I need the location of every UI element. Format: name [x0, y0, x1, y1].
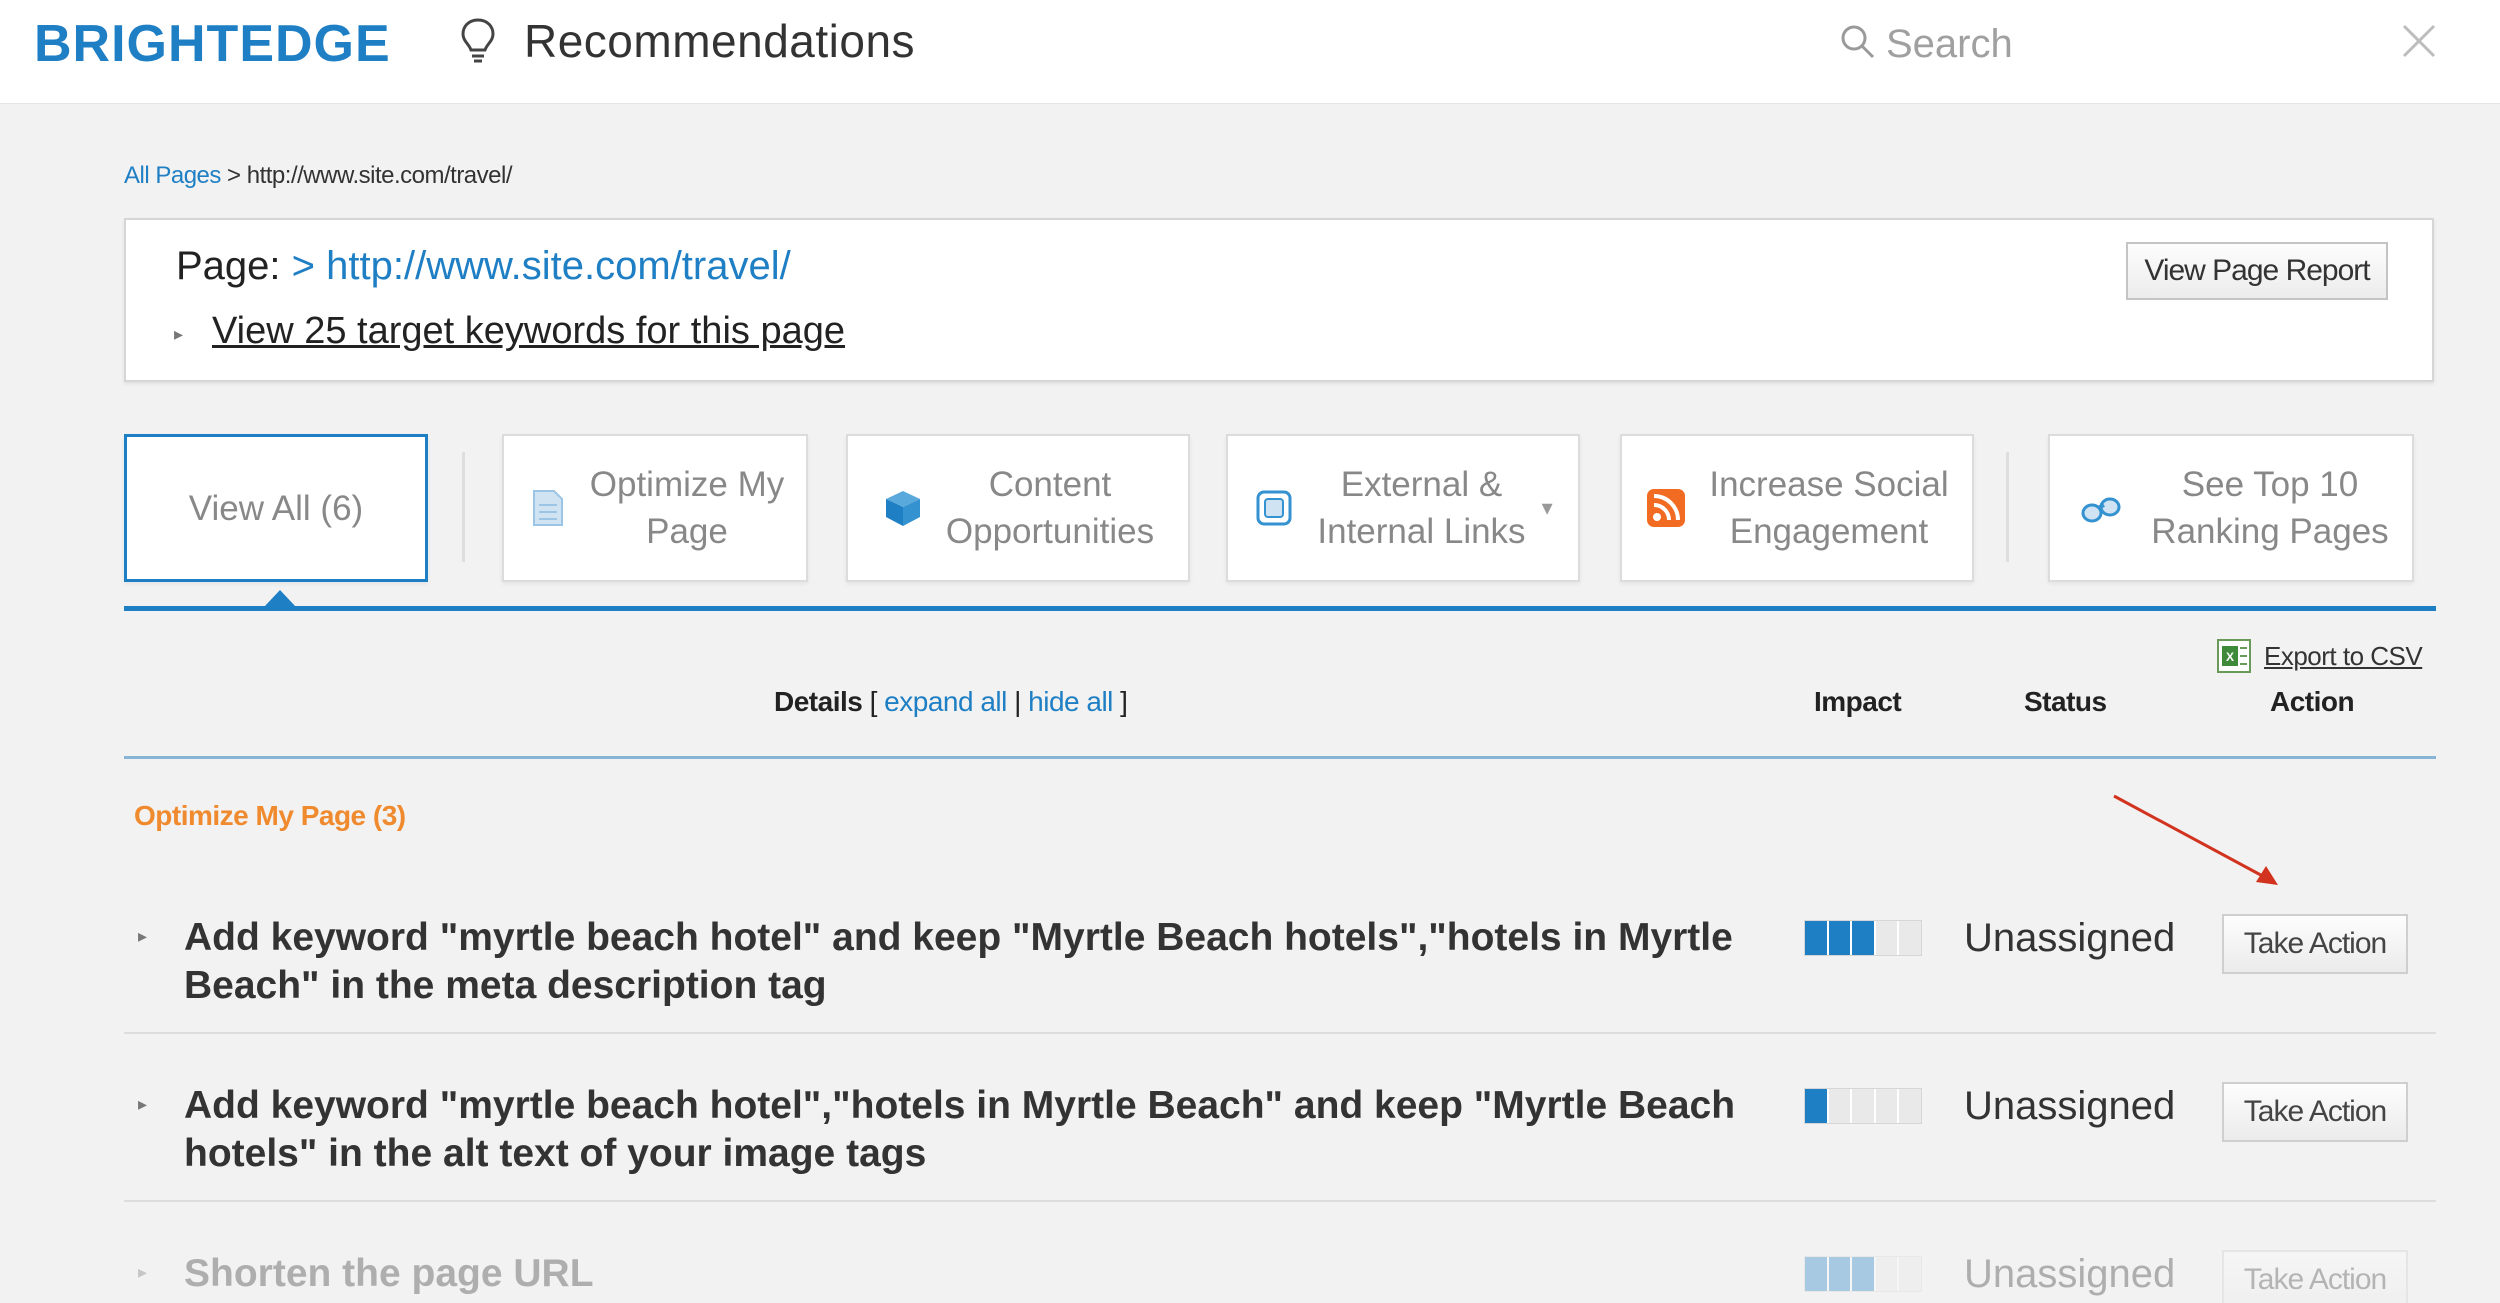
impact-segment — [1852, 1089, 1876, 1123]
impact-segment — [1805, 1257, 1829, 1291]
tab-increase-social-engagement[interactable]: Increase Social Engagement — [1620, 434, 1974, 582]
row-divider — [124, 1200, 2436, 1202]
column-header-action: Action — [2270, 686, 2355, 717]
export-csv-label: Export to CSV — [2264, 640, 2423, 671]
chevron-down-icon: ▾ — [1541, 495, 1553, 520]
row-expand-icon[interactable]: ▸ — [138, 926, 147, 947]
hide-all-link[interactable]: hide all — [1028, 686, 1113, 717]
take-action-button[interactable]: Take Action — [2222, 1082, 2408, 1142]
breadcrumb-separator: > — [220, 162, 247, 189]
impact-meter — [1804, 1088, 1922, 1124]
impact-meter — [1804, 1256, 1922, 1292]
target-keywords-link[interactable]: View 25 target keywords for this page — [212, 310, 845, 353]
brightedge-logo[interactable]: BRIGHTEDGE — [34, 14, 391, 74]
pipe-separator: | — [1006, 686, 1029, 717]
page-icon — [532, 490, 563, 526]
row-divider — [124, 1032, 2436, 1034]
section-title-optimize-my-page[interactable]: Optimize My Page (3) — [134, 800, 406, 832]
tab-underline — [124, 606, 2436, 611]
page-url-arrow: > — [291, 244, 327, 288]
binoculars-icon — [2081, 497, 2121, 523]
impact-segment — [1875, 1089, 1900, 1123]
details-label: Details — [774, 686, 863, 717]
bracket-close: ] — [1112, 686, 1128, 717]
status-label: Unassigned — [1964, 1252, 2176, 1296]
column-header-impact: Impact — [1814, 686, 1902, 717]
recommendation-text[interactable]: Add keyword "myrtle beach hotel","hotels… — [184, 1082, 1744, 1178]
view-page-report-button[interactable]: View Page Report — [2126, 242, 2388, 300]
tab-see-top-10-ranking-pages-label: See Top 10 Ranking Pages — [2151, 465, 2389, 551]
active-tab-pointer — [264, 590, 296, 607]
search-input[interactable] — [1886, 14, 2306, 74]
tab-optimize-my-page[interactable]: Optimize My Page — [502, 434, 808, 582]
breadcrumb: All Pages > http://www.site.com/travel/ — [124, 162, 513, 190]
impact-segment — [1899, 921, 1921, 955]
impact-segment — [1875, 921, 1900, 955]
impact-segment — [1828, 1257, 1853, 1291]
cube-icon — [885, 491, 920, 526]
tab-content-opportunities-label: Content Opportunities — [945, 465, 1155, 551]
bracket-open: [ — [862, 686, 885, 717]
svg-text:X: X — [2226, 650, 2234, 664]
spreadsheet-icon: X — [2217, 639, 2251, 673]
tab-view-all[interactable]: View All (6) — [124, 434, 428, 582]
impact-segment — [1852, 1257, 1876, 1291]
expand-triangle-icon[interactable]: ▸ — [174, 324, 183, 345]
impact-segment — [1828, 921, 1853, 955]
tab-divider — [462, 452, 465, 562]
page-url-link[interactable]: > http://www.site.com/travel/ — [292, 244, 791, 288]
breadcrumb-all-pages-link[interactable]: All Pages — [124, 162, 221, 189]
impact-meter — [1804, 920, 1922, 956]
take-action-button[interactable]: Take Action — [2222, 914, 2408, 974]
tab-view-all-label: View All (6) — [188, 488, 364, 528]
breadcrumb-current: http://www.site.com/travel/ — [246, 162, 513, 189]
row-expand-icon[interactable]: ▸ — [138, 1094, 147, 1115]
annotation-arrow — [2113, 794, 2278, 885]
take-action-button[interactable]: Take Action — [2222, 1250, 2408, 1303]
impact-segment — [1899, 1089, 1921, 1123]
link-icon — [1256, 490, 1292, 526]
tab-external-internal-links-label: External & Internal Links — [1317, 465, 1526, 551]
impact-segment — [1805, 921, 1829, 955]
page-url-text: http://www.site.com/travel/ — [326, 244, 791, 288]
tab-optimize-my-page-label: Optimize My Page — [589, 465, 785, 551]
status-label: Unassigned — [1964, 916, 2176, 960]
impact-segment — [1828, 1089, 1853, 1123]
tab-increase-social-engagement-label: Increase Social Engagement — [1709, 465, 1949, 551]
impact-segment — [1852, 921, 1876, 955]
tab-divider — [2006, 452, 2009, 562]
tab-external-internal-links[interactable]: External & Internal Links ▾ — [1226, 434, 1580, 582]
close-icon[interactable] — [2398, 20, 2440, 62]
top-bar: BRIGHTEDGE Recommendations — [0, 0, 2500, 104]
row-expand-icon[interactable]: ▸ — [138, 1262, 147, 1283]
impact-segment — [1875, 1257, 1900, 1291]
page-title: Recommendations — [524, 15, 916, 67]
status-label: Unassigned — [1964, 1084, 2176, 1128]
search-icon — [1841, 25, 1875, 59]
lightbulb-icon — [461, 18, 495, 63]
header-divider — [124, 756, 2436, 759]
page-label: Page: — [176, 244, 292, 288]
tab-content-opportunities[interactable]: Content Opportunities — [846, 434, 1190, 582]
column-header-status: Status — [2024, 686, 2107, 717]
page-summary-box: Page: > http://www.site.com/travel/ ▸ Vi… — [124, 218, 2434, 382]
expand-all-link[interactable]: expand all — [884, 686, 1007, 717]
export-csv-link[interactable]: X Export to CSV — [2216, 638, 2423, 674]
recommendation-text[interactable]: Add keyword "myrtle beach hotel" and kee… — [184, 914, 1744, 1010]
column-header-details: Details [ expand all | hide all ] — [774, 686, 1128, 718]
impact-segment — [1899, 1257, 1921, 1291]
recommendation-text[interactable]: Shorten the page URL — [184, 1250, 1744, 1298]
rss-icon — [1647, 489, 1686, 527]
impact-segment — [1805, 1089, 1829, 1123]
page-url-line: Page: > http://www.site.com/travel/ — [176, 244, 791, 289]
tab-see-top-10-ranking-pages[interactable]: See Top 10 Ranking Pages — [2048, 434, 2414, 582]
